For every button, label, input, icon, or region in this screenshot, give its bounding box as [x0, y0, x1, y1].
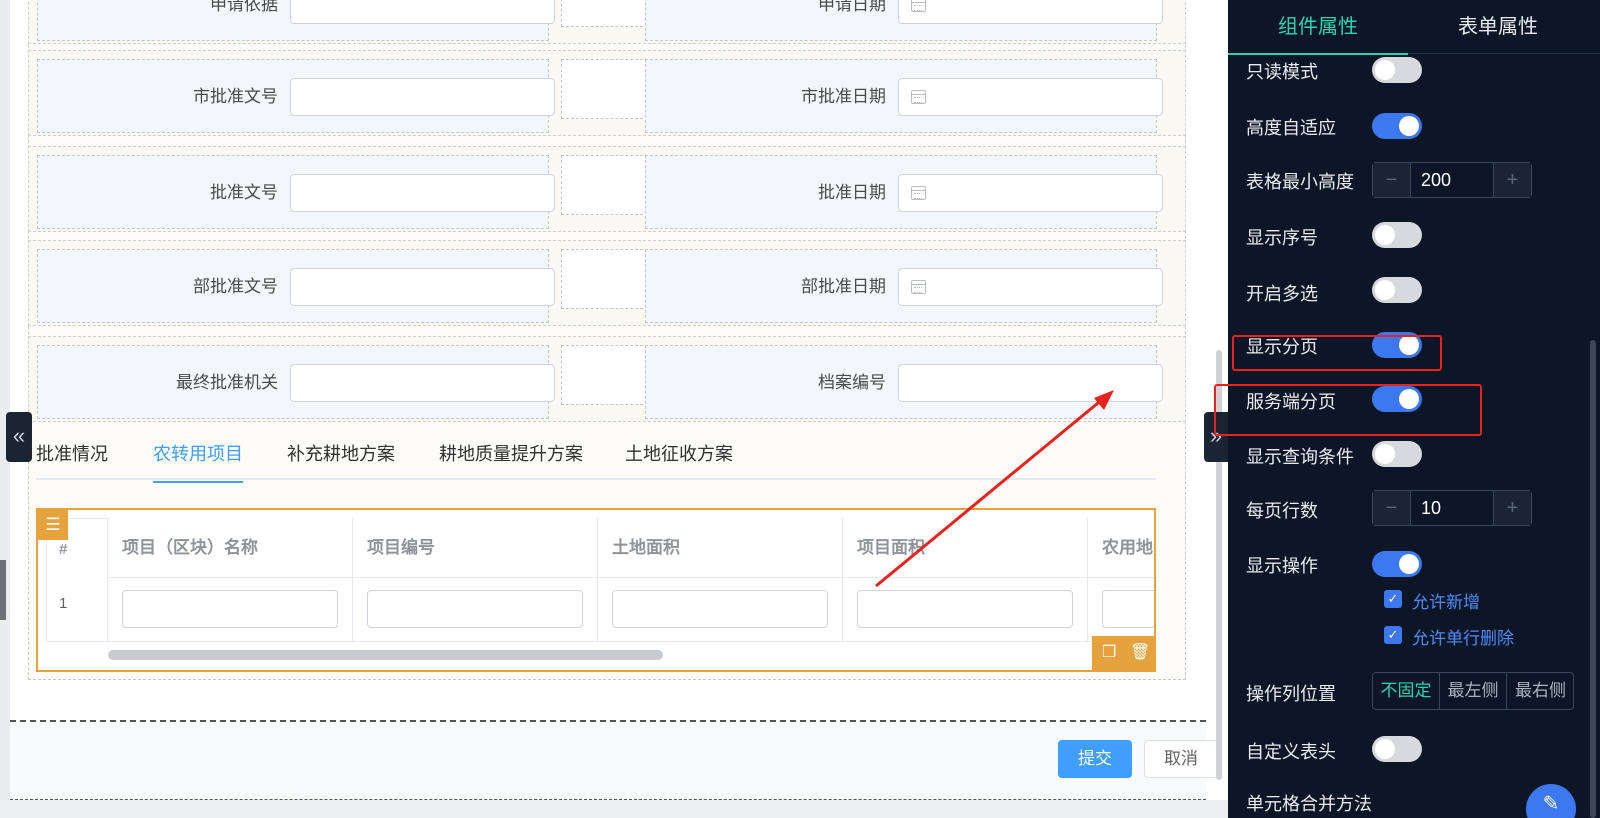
annotation-arrow [875, 390, 1114, 588]
